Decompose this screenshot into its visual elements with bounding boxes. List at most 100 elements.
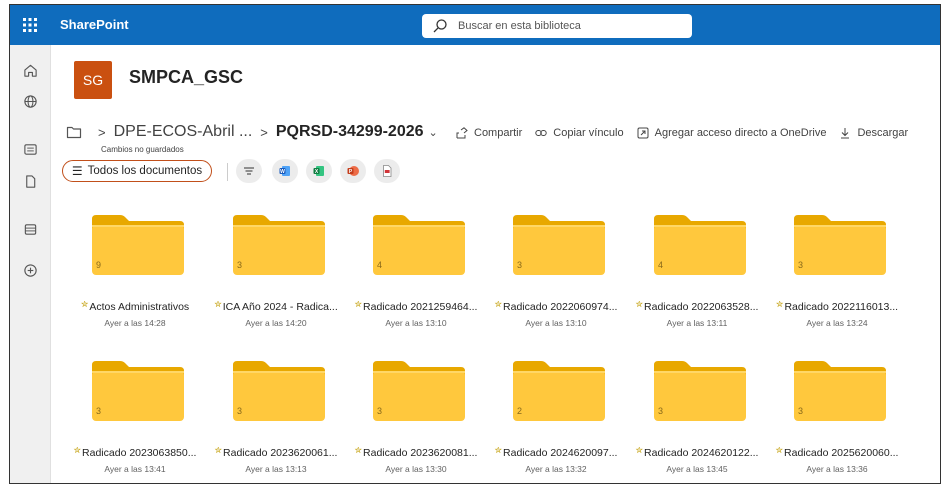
folder-tile[interactable]: 9 ✮Actos Administrativos Ayer a las 14:28	[70, 207, 200, 347]
site-logo[interactable]: SG	[74, 61, 112, 99]
download-button[interactable]: Descargar	[839, 127, 908, 139]
folder-icon	[654, 361, 746, 421]
view-selector-button[interactable]: ☰ Todos los documentos	[62, 160, 212, 182]
folder-tile[interactable]: 3 ✮Radicado 2024620122... Ayer a las 13:45	[632, 353, 762, 483]
folder-name[interactable]: ✮Radicado 2025620060...	[772, 447, 902, 459]
new-item-icon: ✮	[354, 447, 363, 455]
svg-text:W: W	[280, 169, 285, 175]
news-icon[interactable]	[20, 139, 40, 159]
folder-icon	[233, 215, 325, 275]
folder-name[interactable]: ✮Radicado 2023620061...	[211, 447, 341, 459]
add-shortcut-button[interactable]: Agregar acceso directo a OneDrive	[637, 127, 827, 139]
new-item-icon: ✮	[80, 301, 89, 309]
folder-tile[interactable]: 3 ✮ICA Año 2024 - Radica... Ayer a las 14:…	[211, 207, 341, 347]
download-icon	[841, 128, 850, 139]
link-icon	[535, 130, 547, 136]
folder-name-text: Radicado 2023063850...	[82, 447, 197, 459]
powerpoint-filter-button[interactable]: P	[340, 159, 366, 183]
folder-modified-date: Ayer a las 13:36	[806, 464, 868, 474]
create-icon[interactable]	[20, 260, 40, 280]
app-launcher-icon[interactable]	[10, 5, 50, 45]
folder-icon	[513, 361, 605, 421]
new-item-icon: ✮	[214, 447, 223, 455]
folder-tile[interactable]: 2 ✮Radicado 2024620097... Ayer a las 13:32	[491, 353, 621, 483]
excel-filter-button[interactable]: X	[306, 159, 332, 183]
folder-modified-date: Ayer a las 14:20	[245, 318, 307, 328]
sharepoint-window: SharePoint SG SMPCA_GSC > DPE-ECOS-Abril…	[9, 4, 941, 484]
folder-name[interactable]: ✮Radicado 2024620122...	[632, 447, 762, 459]
folder-name-text: Radicado 2025620060...	[784, 447, 899, 459]
new-item-icon: ✮	[494, 301, 503, 309]
breadcrumb-parent[interactable]: DPE-ECOS-Abril ...	[114, 123, 253, 141]
folder-item-count: 3	[237, 406, 243, 416]
powerpoint-icon: P	[347, 166, 359, 176]
new-item-icon: ✮	[635, 301, 644, 309]
folder-modified-date: Ayer a las 13:32	[525, 464, 587, 474]
search-input[interactable]	[456, 19, 680, 33]
folder-name[interactable]: ✮Radicado 2022116013...	[772, 301, 902, 313]
folder-name[interactable]: ✮ICA Año 2024 - Radica...	[211, 301, 341, 313]
folder-modified-date: Ayer a las 13:13	[245, 464, 307, 474]
chevron-down-icon[interactable]: ⌄	[429, 126, 438, 139]
word-filter-button[interactable]: W	[272, 159, 298, 183]
chevron-right-icon: >	[98, 124, 106, 140]
share-label: Compartir	[474, 127, 523, 139]
app-brand[interactable]: SharePoint	[60, 5, 129, 45]
folder-icon	[233, 361, 325, 421]
folder-icon	[794, 361, 886, 421]
site-title[interactable]: SMPCA_GSC	[129, 67, 243, 88]
folder-icon	[794, 215, 886, 275]
search-box[interactable]	[422, 14, 692, 38]
share-button[interactable]: Compartir	[456, 127, 522, 139]
files-icon[interactable]	[20, 171, 40, 191]
unsaved-changes-label: Cambios no guardados	[101, 145, 184, 154]
new-item-icon: ✮	[635, 447, 644, 455]
folder-tile[interactable]: 4 ✮Radicado 2022063528... Ayer a las 13:11	[632, 207, 762, 347]
folder-name-text: Radicado 2023620061...	[223, 447, 338, 459]
folder-tile[interactable]: 3 ✮Radicado 2022116013... Ayer a las 13:24	[772, 207, 902, 347]
new-item-icon: ✮	[775, 447, 784, 455]
folder-name-text: ICA Año 2024 - Radica...	[222, 301, 338, 313]
folder-tile[interactable]: 3 ✮Radicado 2025620060... Ayer a las 13:36	[772, 353, 902, 483]
folder-name[interactable]: ✮Radicado 2023063850...	[70, 447, 200, 459]
folder-name-text: Radicado 2024620097...	[503, 447, 618, 459]
word-icon: W	[279, 166, 290, 176]
folder-modified-date: Ayer a las 13:24	[806, 318, 868, 328]
folder-icon	[513, 215, 605, 275]
view-label: Todos los documentos	[87, 165, 203, 177]
globe-icon[interactable]	[20, 91, 40, 111]
chevron-right-icon: >	[260, 124, 268, 140]
folder-name[interactable]: ✮Radicado 2021259464...	[351, 301, 481, 313]
pdf-filter-button[interactable]	[374, 159, 400, 183]
filter-button[interactable]	[236, 159, 262, 183]
folder-name-text: Radicado 2021259464...	[363, 301, 478, 313]
folder-name[interactable]: ✮Radicado 2023620081...	[351, 447, 481, 459]
home-icon[interactable]	[20, 60, 40, 80]
folder-tile[interactable]: 3 ✮Radicado 2023620061... Ayer a las 13:13	[211, 353, 341, 483]
folder-tile[interactable]: 3 ✮Radicado 2022060974... Ayer a las 13:10	[491, 207, 621, 347]
folder-tile[interactable]: 3 ✮Radicado 2023620081... Ayer a las 13:30	[351, 353, 481, 483]
folder-tile[interactable]: 3 ✮Radicado 2023063850... Ayer a las 13:41	[70, 353, 200, 483]
folder-item-count: 4	[658, 260, 664, 270]
folder-name[interactable]: ✮Radicado 2022060974...	[491, 301, 621, 313]
folder-name-text: Radicado 2022063528...	[644, 301, 759, 313]
folder-outline-icon[interactable]	[66, 125, 82, 139]
folder-modified-date: Ayer a las 13:45	[666, 464, 728, 474]
lists-icon[interactable]	[20, 219, 40, 239]
folder-name-text: Radicado 2022116013...	[784, 301, 899, 313]
folder-item-count: 3	[798, 260, 804, 270]
breadcrumb-current[interactable]: PQRSD-34299-2026	[276, 123, 424, 141]
folder-item-count: 4	[377, 260, 383, 270]
add-shortcut-label: Agregar acceso directo a OneDrive	[654, 127, 827, 139]
folder-name[interactable]: ✮Actos Administrativos	[70, 301, 200, 313]
folder-name[interactable]: ✮Radicado 2022063528...	[632, 301, 762, 313]
folder-name[interactable]: ✮Radicado 2024620097...	[491, 447, 621, 459]
pdf-icon	[383, 165, 392, 177]
top-bar: SharePoint	[10, 5, 940, 45]
share-icon	[456, 127, 468, 139]
folder-modified-date: Ayer a las 13:30	[385, 464, 447, 474]
copy-link-button[interactable]: Copiar vínculo	[535, 127, 624, 139]
folder-item-count: 3	[798, 406, 804, 416]
folder-tile[interactable]: 4 ✮Radicado 2021259464... Ayer a las 13:10	[351, 207, 481, 347]
folder-name-text: Radicado 2024620122...	[644, 447, 759, 459]
